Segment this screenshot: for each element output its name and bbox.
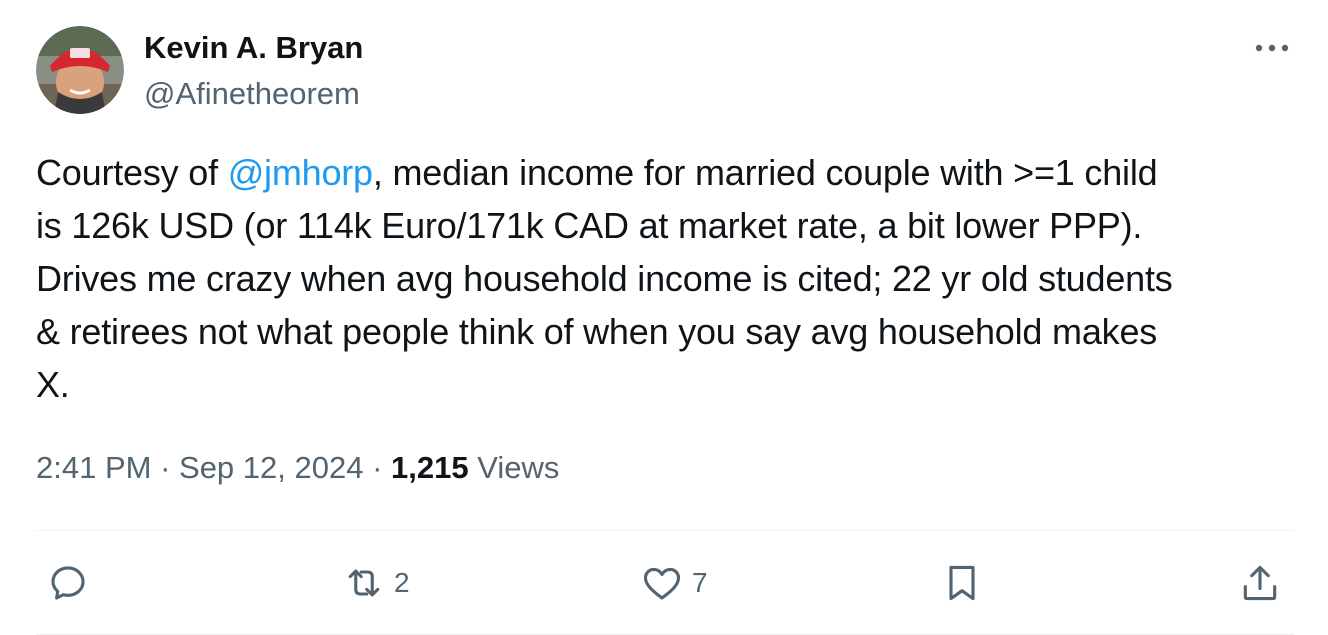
bookmark-icon (949, 565, 975, 601)
views-count: 1,215 (391, 450, 469, 485)
like-button[interactable]: 7 (640, 558, 708, 608)
meta-separator: · (151, 450, 180, 485)
tweet-text-line: & retirees not what people think of when… (36, 311, 1158, 352)
mention-link[interactable]: @jmhorp (228, 152, 373, 193)
heart-icon (643, 567, 681, 600)
tweet-text-segment: , median income for married couple with … (372, 152, 1158, 193)
retweet-icon (348, 569, 380, 597)
tweet-text: Courtesy of @jmhorp, median income for m… (36, 146, 1298, 411)
retweet-count: 2 (394, 567, 410, 598)
tweet-text-segment: Courtesy of (36, 152, 228, 193)
tweet-card: Kevin A. Bryan @Afinetheorem Courtesy of… (0, 0, 1328, 635)
more-options-button[interactable] (1246, 28, 1298, 68)
views-label: Views (468, 450, 560, 485)
author-name[interactable]: Kevin A. Bryan (144, 30, 363, 66)
tweet-text-line: Courtesy of @jmhorp, median income for m… (36, 146, 1298, 199)
tweet-text-line: is 126k USD (or 114k Euro/171k CAD at ma… (36, 205, 1143, 246)
tweet-text-line: X. (36, 364, 70, 405)
tweet-metadata: 2:41 PM · Sep 12, 2024 · 1,215 Views (36, 450, 559, 486)
share-button[interactable] (1238, 558, 1290, 608)
avatar[interactable] (36, 26, 124, 114)
reply-icon (51, 566, 85, 600)
bookmark-button[interactable] (940, 558, 992, 608)
author-handle[interactable]: @Afinetheorem (144, 76, 360, 112)
reply-button[interactable] (46, 558, 98, 608)
share-icon (1243, 565, 1277, 601)
divider (36, 530, 1294, 531)
like-count: 7 (692, 567, 708, 598)
meta-separator: · (363, 450, 392, 485)
tweet-time[interactable]: 2:41 PM (36, 450, 151, 485)
more-dots-icon (1255, 44, 1289, 52)
tweet-date[interactable]: Sep 12, 2024 (179, 450, 363, 485)
user-avatar-photo-icon (36, 26, 124, 114)
retweet-button[interactable]: 2 (342, 558, 410, 608)
tweet-text-line: Drives me crazy when avg household incom… (36, 258, 1173, 299)
